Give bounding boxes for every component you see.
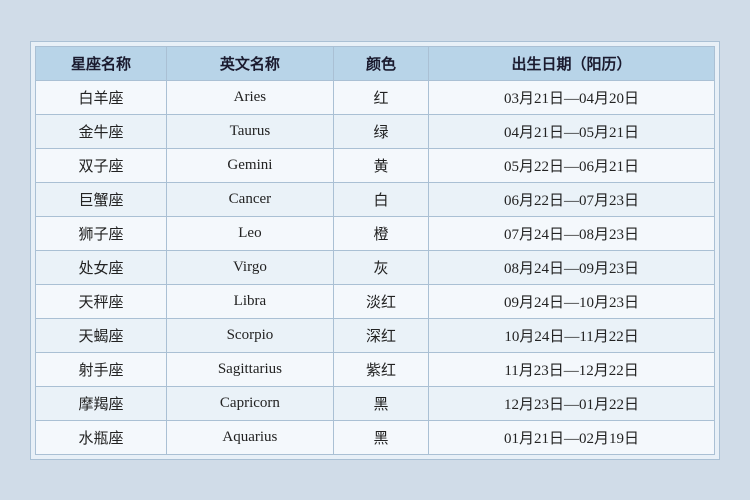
table-row: 天蝎座Scorpio深红10月24日—11月22日 [36,318,715,352]
cell-chinese-name: 巨蟹座 [36,182,167,216]
cell-color: 红 [333,80,428,114]
cell-color: 灰 [333,250,428,284]
cell-chinese-name: 双子座 [36,148,167,182]
cell-chinese-name: 射手座 [36,352,167,386]
header-color: 颜色 [333,46,428,80]
cell-chinese-name: 摩羯座 [36,386,167,420]
cell-color: 紫红 [333,352,428,386]
table-row: 金牛座Taurus绿04月21日—05月21日 [36,114,715,148]
table-row: 双子座Gemini黄05月22日—06月21日 [36,148,715,182]
header-english-name: 英文名称 [167,46,334,80]
header-dates: 出生日期（阳历） [429,46,715,80]
cell-english-name: Aries [167,80,334,114]
table-header-row: 星座名称 英文名称 颜色 出生日期（阳历） [36,46,715,80]
cell-chinese-name: 水瓶座 [36,420,167,454]
cell-dates: 04月21日—05月21日 [429,114,715,148]
table-row: 摩羯座Capricorn黑12月23日—01月22日 [36,386,715,420]
cell-chinese-name: 天蝎座 [36,318,167,352]
cell-color: 深红 [333,318,428,352]
cell-english-name: Leo [167,216,334,250]
cell-color: 黑 [333,420,428,454]
cell-dates: 12月23日—01月22日 [429,386,715,420]
cell-chinese-name: 金牛座 [36,114,167,148]
table-row: 水瓶座Aquarius黑01月21日—02月19日 [36,420,715,454]
cell-english-name: Sagittarius [167,352,334,386]
cell-color: 绿 [333,114,428,148]
header-chinese-name: 星座名称 [36,46,167,80]
cell-dates: 11月23日—12月22日 [429,352,715,386]
cell-english-name: Libra [167,284,334,318]
cell-color: 黄 [333,148,428,182]
table-row: 狮子座Leo橙07月24日—08月23日 [36,216,715,250]
cell-dates: 06月22日—07月23日 [429,182,715,216]
cell-english-name: Aquarius [167,420,334,454]
cell-english-name: Scorpio [167,318,334,352]
table-row: 射手座Sagittarius紫红11月23日—12月22日 [36,352,715,386]
cell-chinese-name: 天秤座 [36,284,167,318]
cell-dates: 05月22日—06月21日 [429,148,715,182]
cell-color: 淡红 [333,284,428,318]
cell-dates: 08月24日—09月23日 [429,250,715,284]
cell-dates: 10月24日—11月22日 [429,318,715,352]
cell-english-name: Gemini [167,148,334,182]
cell-english-name: Cancer [167,182,334,216]
cell-color: 白 [333,182,428,216]
cell-dates: 07月24日—08月23日 [429,216,715,250]
cell-color: 橙 [333,216,428,250]
cell-chinese-name: 处女座 [36,250,167,284]
table-row: 白羊座Aries红03月21日—04月20日 [36,80,715,114]
table-row: 处女座Virgo灰08月24日—09月23日 [36,250,715,284]
table-row: 巨蟹座Cancer白06月22日—07月23日 [36,182,715,216]
cell-dates: 01月21日—02月19日 [429,420,715,454]
cell-chinese-name: 白羊座 [36,80,167,114]
cell-english-name: Virgo [167,250,334,284]
cell-english-name: Capricorn [167,386,334,420]
zodiac-table-container: 星座名称 英文名称 颜色 出生日期（阳历） 白羊座Aries红03月21日—04… [30,41,720,460]
cell-dates: 09月24日—10月23日 [429,284,715,318]
cell-chinese-name: 狮子座 [36,216,167,250]
cell-color: 黑 [333,386,428,420]
cell-english-name: Taurus [167,114,334,148]
table-row: 天秤座Libra淡红09月24日—10月23日 [36,284,715,318]
zodiac-table: 星座名称 英文名称 颜色 出生日期（阳历） 白羊座Aries红03月21日—04… [35,46,715,455]
cell-dates: 03月21日—04月20日 [429,80,715,114]
